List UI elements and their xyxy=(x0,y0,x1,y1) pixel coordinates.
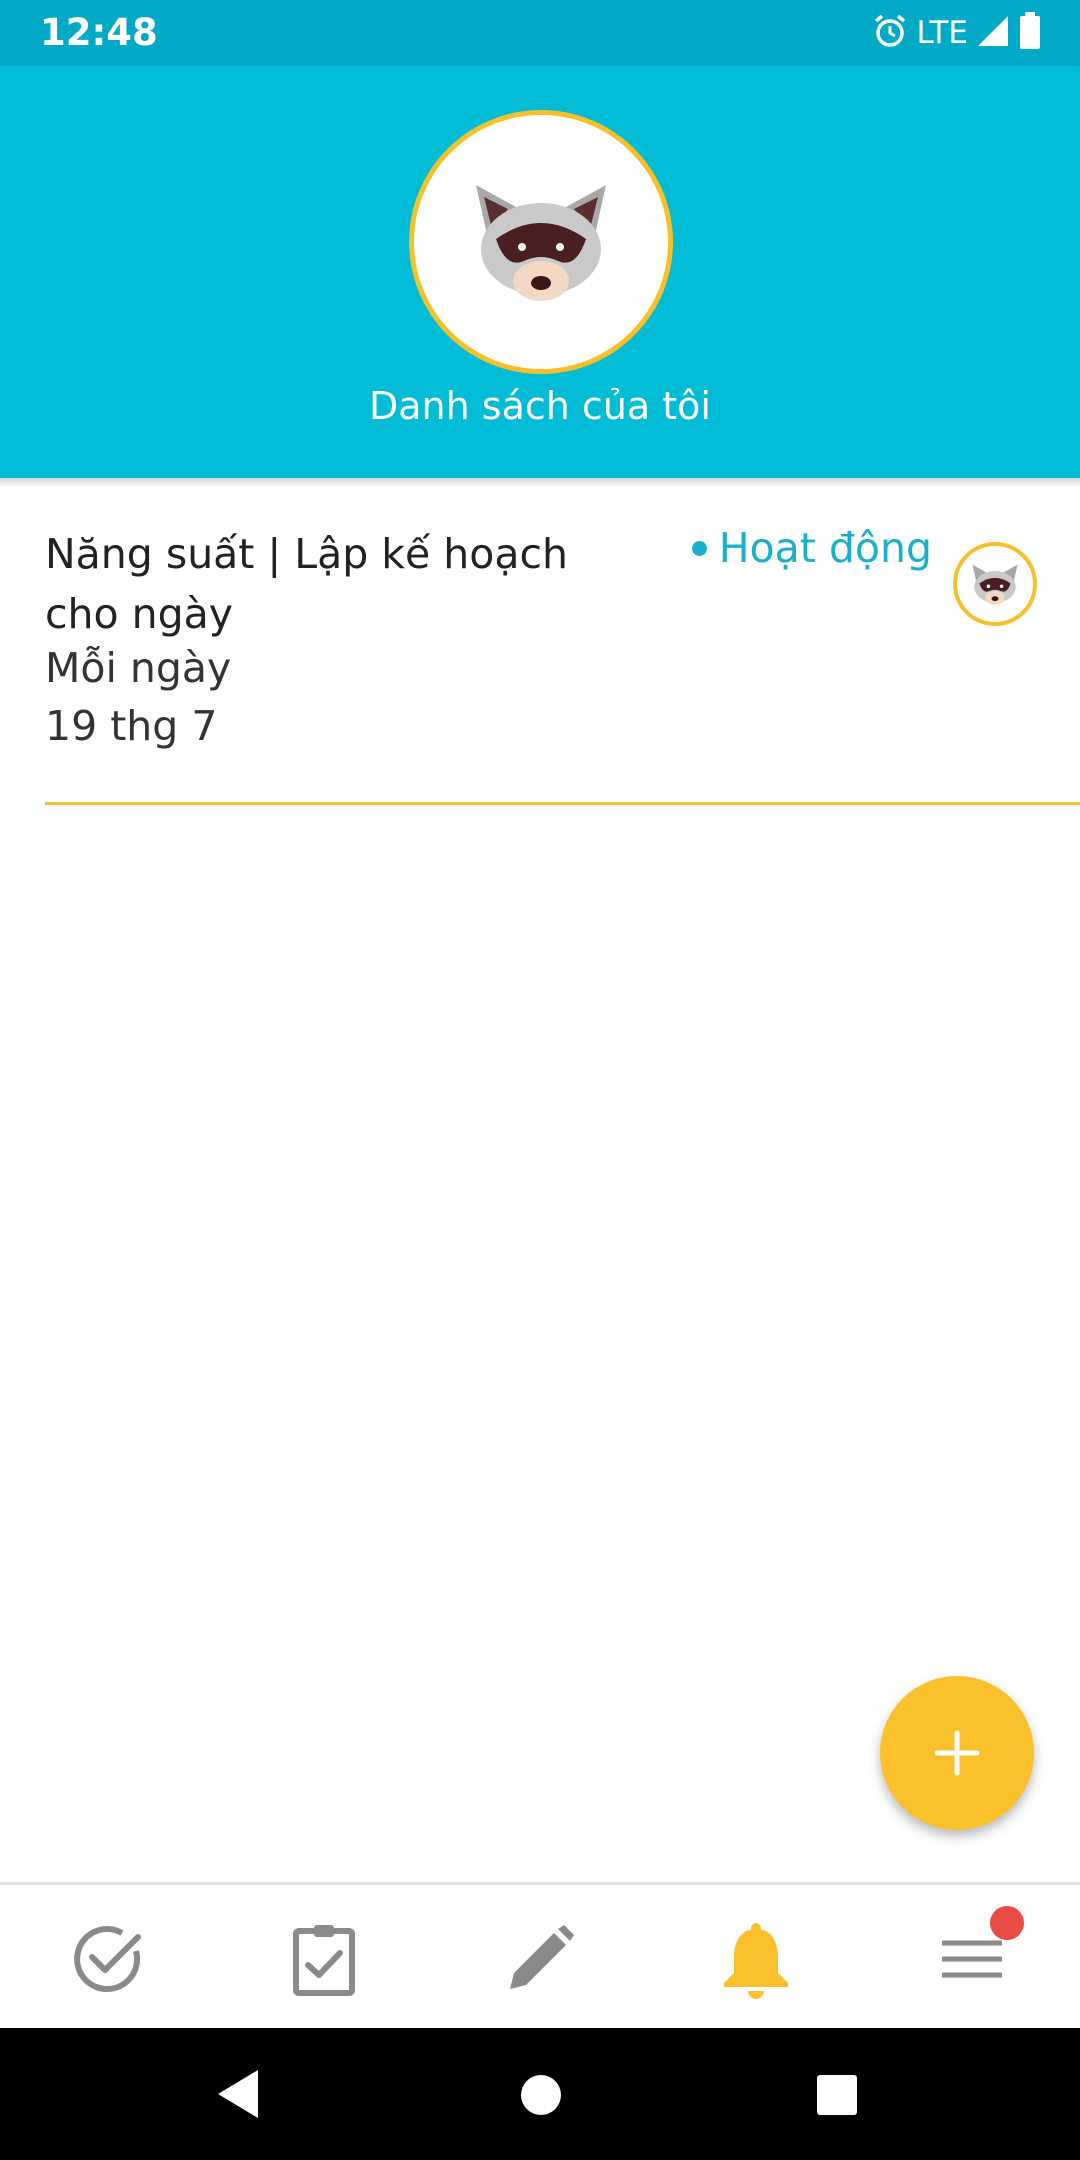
nav-item-edit[interactable] xyxy=(432,1885,648,2031)
nav-item-menu[interactable] xyxy=(864,1885,1080,2031)
nav-item-reminders[interactable] xyxy=(648,1885,864,2031)
status-badge: Hoạt động xyxy=(691,524,932,572)
back-icon[interactable] xyxy=(214,2068,264,2124)
nav-item-tasks[interactable] xyxy=(0,1885,216,2031)
list-item-frequency: Mỗi ngày xyxy=(45,644,232,692)
status-dot xyxy=(691,540,707,556)
header-shadow xyxy=(0,478,1080,488)
status-label: Hoạt động xyxy=(718,524,932,572)
network-type: LTE xyxy=(916,15,968,51)
profile-avatar[interactable] xyxy=(409,110,673,374)
list-item-title: Năng suất | Lập kế hoạch cho ngày xyxy=(45,530,569,638)
list-item[interactable]: Năng suất | Lập kế hoạch cho ngày Mỗi ng… xyxy=(0,488,1080,806)
list-item-avatar xyxy=(953,542,1037,626)
alarm-icon xyxy=(872,13,908,53)
add-button[interactable] xyxy=(880,1676,1034,1830)
list-divider xyxy=(45,802,1080,805)
signal-icon xyxy=(976,14,1010,52)
nav-item-checklist[interactable] xyxy=(216,1885,432,2031)
page-title: Danh sách của tôi xyxy=(369,384,711,428)
profile-header: Danh sách của tôi xyxy=(0,66,1080,478)
home-icon[interactable] xyxy=(520,2074,562,2120)
status-bar: 12:48 LTE xyxy=(0,0,1080,66)
status-icons: LTE xyxy=(872,10,1042,56)
recents-icon[interactable] xyxy=(816,2074,858,2120)
status-time: 12:48 xyxy=(40,11,158,54)
system-navigation-bar xyxy=(0,2028,1080,2160)
list-item-date: 19 thg 7 xyxy=(45,702,218,750)
notification-badge xyxy=(990,1906,1024,1940)
battery-icon xyxy=(1018,12,1042,54)
bottom-navigation xyxy=(0,1882,1080,2031)
